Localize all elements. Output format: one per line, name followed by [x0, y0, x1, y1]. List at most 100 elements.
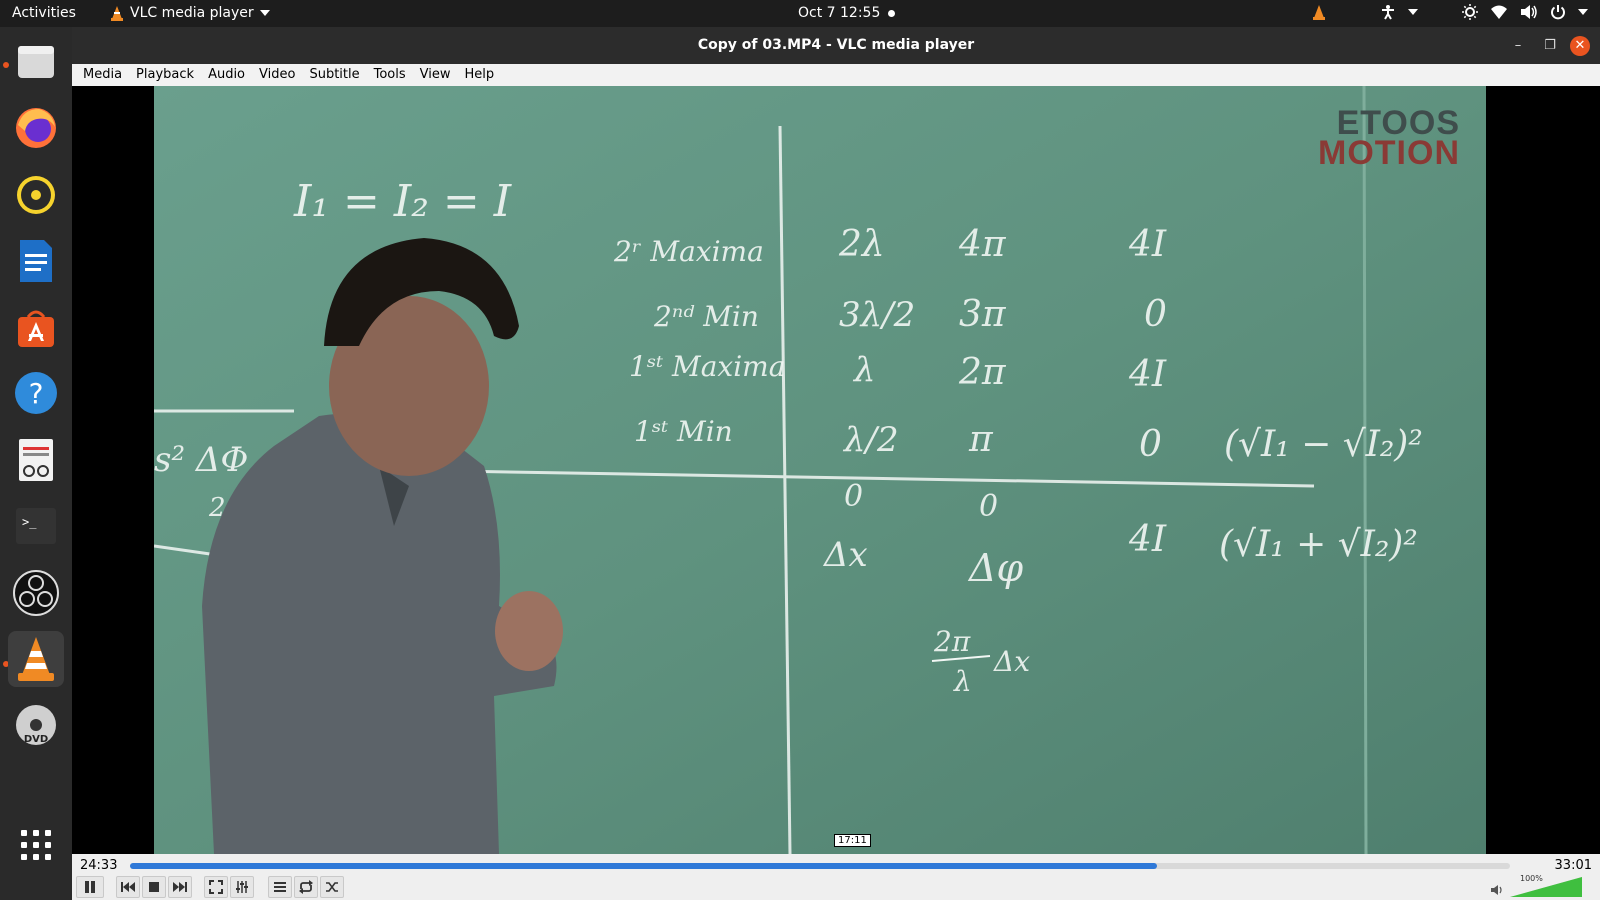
system-tray[interactable] — [1312, 4, 1588, 20]
software-icon — [18, 310, 54, 347]
svg-text:λ: λ — [852, 350, 876, 390]
menu-help[interactable]: Help — [458, 64, 502, 86]
svg-text:Δx: Δx — [993, 645, 1030, 678]
terminal-icon: >_ — [16, 508, 56, 544]
dvd-icon: DVD — [16, 705, 56, 745]
vlc-tray-icon[interactable] — [1312, 4, 1326, 20]
svg-text:Δφ: Δφ — [967, 546, 1023, 590]
shuffle-button[interactable] — [320, 876, 344, 898]
svg-text:3λ/2: 3λ/2 — [839, 295, 915, 335]
svg-text:I₁ = I₂ = I: I₁ = I₂ = I — [293, 176, 513, 227]
dock-vlc[interactable] — [8, 631, 64, 687]
app-menu[interactable]: VLC media player — [110, 5, 270, 21]
svg-text:0: 0 — [979, 489, 998, 524]
svg-text:0: 0 — [844, 479, 863, 514]
dock-show-apps[interactable] — [8, 817, 64, 873]
pause-button[interactable] — [76, 876, 104, 898]
firefox-icon — [16, 108, 56, 148]
minimize-button[interactable]: – — [1508, 36, 1528, 56]
menu-tools[interactable]: Tools — [367, 64, 413, 86]
chevron-down-icon[interactable] — [1578, 9, 1588, 15]
files-icon — [18, 46, 54, 78]
title-bar[interactable]: Copy of 03.MP4 - VLC media player – ❐ ✕ — [72, 27, 1600, 64]
maximize-button[interactable]: ❐ — [1540, 36, 1560, 56]
menu-video[interactable]: Video — [252, 64, 302, 86]
loop-icon — [299, 880, 313, 894]
volume-slider[interactable] — [1510, 876, 1582, 898]
svg-text:λ/2: λ/2 — [842, 420, 899, 460]
loop-button[interactable] — [294, 876, 318, 898]
equalizer-icon — [236, 881, 248, 893]
close-button[interactable]: ✕ — [1570, 36, 1590, 56]
chalkboard-scene: I₁ = I₂ = I 2ʳ Maxima 2ⁿᵈ Min 1ˢᵗ Maxima… — [154, 86, 1486, 854]
shuffle-icon — [326, 882, 338, 892]
svg-text:2ʳ Maxima: 2ʳ Maxima — [613, 235, 764, 268]
elapsed-time: 24:33 — [80, 858, 118, 873]
volume-icon[interactable] — [1520, 4, 1538, 20]
dock-obs[interactable] — [8, 565, 64, 621]
channel-logo: ETOOS MOTION — [1318, 106, 1460, 170]
app-menu-label: VLC media player — [130, 5, 254, 21]
show-apps-icon — [21, 830, 51, 860]
rhythmbox-icon — [17, 176, 55, 214]
menu-view[interactable]: View — [413, 64, 458, 86]
svg-text:>_: >_ — [22, 515, 37, 529]
next-icon — [173, 882, 187, 892]
accessibility-icon[interactable] — [1380, 4, 1396, 20]
power-icon[interactable] — [1550, 4, 1566, 20]
help-icon: ? — [15, 372, 57, 414]
dock-firefox[interactable] — [8, 100, 64, 156]
svg-text:2ⁿᵈ Min: 2ⁿᵈ Min — [653, 300, 759, 333]
svg-text:2π: 2π — [933, 625, 971, 658]
writer-icon — [20, 240, 52, 282]
speaker-icon — [1491, 885, 1502, 895]
svg-text:λ: λ — [953, 665, 972, 698]
total-time[interactable]: 33:01 — [1555, 858, 1592, 873]
chevron-down-icon[interactable] — [1408, 9, 1418, 15]
svg-text:2λ: 2λ — [838, 224, 885, 265]
svg-text:π: π — [968, 419, 994, 460]
dock-document-viewer[interactable] — [8, 432, 64, 488]
dock-files[interactable] — [8, 34, 64, 90]
wifi-icon[interactable] — [1490, 4, 1508, 20]
vlc-icon — [18, 637, 54, 681]
svg-text:4I: 4I — [1128, 224, 1167, 265]
playlist-icon — [274, 882, 286, 892]
dock-dvd[interactable]: DVD — [8, 697, 64, 753]
clock[interactable]: Oct 7 12:55 — [798, 5, 880, 21]
dock-terminal[interactable]: >_ — [8, 498, 64, 554]
svg-text:2π: 2π — [958, 352, 1007, 393]
notification-dot — [888, 10, 895, 17]
chevron-down-icon — [259, 10, 270, 16]
playlist-button[interactable] — [268, 876, 292, 898]
fullscreen-icon — [209, 880, 223, 894]
dock-writer[interactable] — [8, 233, 64, 289]
svg-text:4I: 4I — [1128, 519, 1167, 560]
stop-icon — [149, 882, 159, 892]
volume-control[interactable]: 100% — [1491, 874, 1590, 898]
svg-text:DVD: DVD — [24, 734, 48, 745]
menu-audio[interactable]: Audio — [201, 64, 252, 86]
brightness-icon[interactable] — [1462, 4, 1478, 20]
vlc-cone-icon — [111, 6, 123, 21]
dock-software[interactable] — [8, 299, 64, 355]
dock-help[interactable]: ? — [8, 365, 64, 421]
svg-text:s² ΔΦ: s² ΔΦ — [154, 440, 248, 480]
extended-settings-button[interactable] — [230, 876, 254, 898]
svg-text:?: ? — [29, 377, 44, 410]
dock-rhythmbox[interactable] — [8, 167, 64, 223]
previous-button[interactable] — [116, 876, 140, 898]
menu-media[interactable]: Media — [76, 64, 129, 86]
menu-playback[interactable]: Playback — [129, 64, 201, 86]
activities-button[interactable]: Activities — [12, 5, 76, 21]
vlc-window: Copy of 03.MP4 - VLC media player – ❐ ✕ … — [72, 27, 1600, 900]
seek-bar-fill — [130, 863, 1157, 869]
fullscreen-button[interactable] — [204, 876, 228, 898]
stop-button[interactable] — [142, 876, 166, 898]
seek-bar[interactable] — [130, 863, 1510, 869]
next-button[interactable] — [168, 876, 192, 898]
video-area[interactable]: I₁ = I₂ = I 2ʳ Maxima 2ⁿᵈ Min 1ˢᵗ Maxima… — [72, 86, 1600, 854]
svg-text:(√I₁ + √I₂)²: (√I₁ + √I₂)² — [1219, 524, 1418, 565]
svg-text:1ˢᵗ Min: 1ˢᵗ Min — [634, 415, 733, 448]
menu-subtitle[interactable]: Subtitle — [302, 64, 366, 86]
